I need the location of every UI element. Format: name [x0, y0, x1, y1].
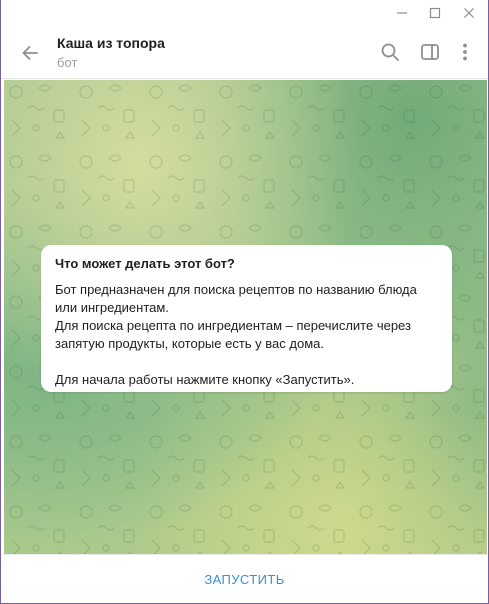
bot-info-spacer — [55, 353, 438, 371]
chat-subtitle: бот — [57, 55, 78, 70]
bot-info-card: Что может делать этот бот? Бот предназна… — [41, 245, 452, 392]
minimize-icon[interactable] — [386, 0, 418, 26]
more-vertical-icon[interactable] — [452, 39, 478, 65]
sidebar-toggle-icon[interactable] — [417, 39, 443, 65]
arrow-left-icon[interactable] — [15, 38, 45, 68]
chat-title[interactable]: Каша из топора — [57, 35, 165, 51]
start-button[interactable]: ЗАПУСТИТЬ — [1, 555, 488, 603]
app-window: Каша из топора бот Что может делать этот… — [0, 0, 489, 604]
search-icon[interactable] — [377, 39, 403, 65]
bot-info-line: Для поиска рецепта по ингредиентам – пер… — [55, 318, 411, 333]
close-icon[interactable] — [453, 0, 485, 26]
bot-info-line: запятую продукты, которые есть у вас дом… — [55, 336, 324, 351]
bot-info-line: Для начала работы нажмите кнопку «Запуст… — [55, 372, 355, 387]
bot-info-line: Бот предназначен для поиска рецептов по … — [55, 282, 417, 297]
window-titlebar — [1, 0, 488, 26]
bot-info-title: Что может делать этот бот? — [55, 256, 235, 271]
bottom-bar: ЗАПУСТИТЬ — [1, 554, 488, 602]
maximize-icon[interactable] — [419, 0, 451, 26]
bot-info-line: или ингредиентам. — [55, 300, 169, 315]
chat-header: Каша из топора бот — [1, 26, 488, 79]
